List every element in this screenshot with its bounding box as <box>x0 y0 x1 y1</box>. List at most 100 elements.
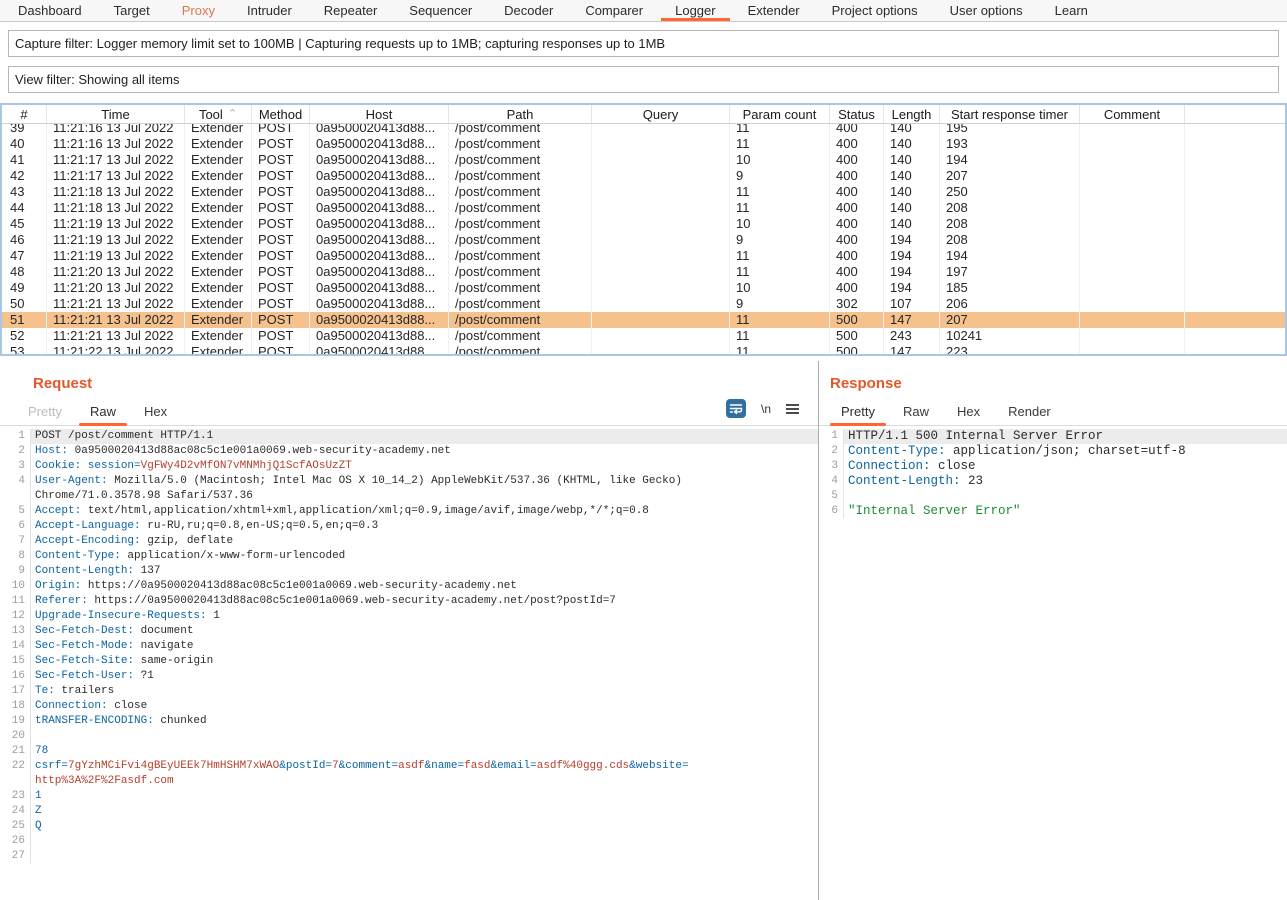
line-content: Content-Type: application/x-www-form-url… <box>31 549 818 564</box>
request-line: 13Sec-Fetch-Dest: document <box>0 624 818 639</box>
column-header-label: Query <box>643 107 678 122</box>
line-number: 20 <box>0 729 31 744</box>
line-number: 5 <box>819 489 844 504</box>
line-number: 7 <box>0 534 31 549</box>
request-editor[interactable]: 1POST /post/comment HTTP/1.12Host: 0a950… <box>0 426 818 900</box>
column-header-label: Path <box>507 107 534 122</box>
cell-query <box>592 280 730 296</box>
capture-filter-bar[interactable]: Capture filter: Logger memory limit set … <box>8 30 1279 57</box>
cell-tool: Extender <box>185 152 252 168</box>
response-tab-pretty[interactable]: Pretty <box>827 397 889 425</box>
cell-query <box>592 248 730 264</box>
cell-param_count: 11 <box>730 312 830 328</box>
column-header-comment[interactable]: Comment <box>1080 105 1185 123</box>
request-tab-hex[interactable]: Hex <box>130 397 181 425</box>
log-row-53[interactable]: 5311:21:22 13 Jul 2022ExtenderPOST0a9500… <box>2 344 1285 354</box>
column-header-length[interactable]: Length <box>884 105 940 123</box>
cell-host: 0a9500020413d88... <box>310 328 449 344</box>
cell-tool: Extender <box>185 200 252 216</box>
menu-tab-target[interactable]: Target <box>98 0 166 21</box>
menu-tab-extender[interactable]: Extender <box>732 0 816 21</box>
response-tabs-row: PrettyRawHexRender <box>819 396 1287 426</box>
cell-query <box>592 328 730 344</box>
log-row-49[interactable]: 4911:21:20 13 Jul 2022ExtenderPOST0a9500… <box>2 280 1285 296</box>
cell-timer: 10241 <box>940 328 1080 344</box>
request-title: Request <box>33 375 818 392</box>
cell-method: POST <box>252 136 310 152</box>
log-row-50[interactable]: 5011:21:21 13 Jul 2022ExtenderPOST0a9500… <box>2 296 1285 312</box>
request-line: 5Accept: text/html,application/xhtml+xml… <box>0 504 818 519</box>
response-tab-raw[interactable]: Raw <box>889 397 943 425</box>
log-row-44[interactable]: 4411:21:18 13 Jul 2022ExtenderPOST0a9500… <box>2 200 1285 216</box>
line-content: 78 <box>31 744 818 759</box>
menu-tab-sequencer[interactable]: Sequencer <box>393 0 488 21</box>
cell-num: 41 <box>2 152 47 168</box>
editor-menu-button[interactable] <box>786 403 800 415</box>
cell-time: 11:21:16 13 Jul 2022 <box>47 124 185 136</box>
menu-tab-user-options[interactable]: User options <box>934 0 1039 21</box>
menu-tab-logger[interactable]: Logger <box>659 0 731 21</box>
menu-tab-decoder[interactable]: Decoder <box>488 0 569 21</box>
cell-num: 44 <box>2 200 47 216</box>
line-content: Upgrade-Insecure-Requests: 1 <box>31 609 818 624</box>
column-header-path[interactable]: Path <box>449 105 592 123</box>
log-row-39[interactable]: 3911:21:16 13 Jul 2022ExtenderPOST0a9500… <box>2 124 1285 136</box>
log-row-46[interactable]: 4611:21:19 13 Jul 2022ExtenderPOST0a9500… <box>2 232 1285 248</box>
line-number: 24 <box>0 804 31 819</box>
log-row-48[interactable]: 4811:21:20 13 Jul 2022ExtenderPOST0a9500… <box>2 264 1285 280</box>
soft-wrap-toggle-button[interactable] <box>726 399 746 418</box>
column-header-param-count[interactable]: Param count <box>730 105 830 123</box>
response-editor[interactable]: 1HTTP/1.1 500 Internal Server Error2Cont… <box>819 426 1287 900</box>
column-header-num[interactable]: # <box>2 105 47 123</box>
cell-comment <box>1080 232 1185 248</box>
cell-host: 0a9500020413d88... <box>310 312 449 328</box>
response-tab-hex[interactable]: Hex <box>943 397 994 425</box>
column-header-host[interactable]: Host <box>310 105 449 123</box>
column-header-status[interactable]: Status <box>830 105 884 123</box>
request-editor-toolbar: \n <box>726 399 818 425</box>
cell-num: 51 <box>2 312 47 328</box>
menu-tab-project-options[interactable]: Project options <box>816 0 934 21</box>
request-tab-raw[interactable]: Raw <box>76 397 130 425</box>
column-header-method[interactable]: Method <box>252 105 310 123</box>
menu-tab-repeater[interactable]: Repeater <box>308 0 393 21</box>
request-line: 27 <box>0 849 818 864</box>
menu-bar: DashboardTargetProxyIntruderRepeaterSequ… <box>0 0 1287 22</box>
log-row-52[interactable]: 5211:21:21 13 Jul 2022ExtenderPOST0a9500… <box>2 328 1285 344</box>
cell-param_count: 11 <box>730 344 830 354</box>
log-row-42[interactable]: 4211:21:17 13 Jul 2022ExtenderPOST0a9500… <box>2 168 1285 184</box>
column-header-time[interactable]: Time <box>47 105 185 123</box>
response-tab-render[interactable]: Render <box>994 397 1065 425</box>
response-panel: Response PrettyRawHexRender 1HTTP/1.1 50… <box>819 361 1287 900</box>
menu-tab-dashboard[interactable]: Dashboard <box>2 0 98 21</box>
line-number: 6 <box>819 504 844 519</box>
log-row-41[interactable]: 4111:21:17 13 Jul 2022ExtenderPOST0a9500… <box>2 152 1285 168</box>
menu-tab-learn[interactable]: Learn <box>1039 0 1104 21</box>
column-header-tool[interactable]: Tool⌃ <box>185 105 252 123</box>
log-row-40[interactable]: 4011:21:16 13 Jul 2022ExtenderPOST0a9500… <box>2 136 1285 152</box>
log-row-51[interactable]: 5111:21:21 13 Jul 2022ExtenderPOST0a9500… <box>2 312 1285 328</box>
line-number: 9 <box>0 564 31 579</box>
column-header-query[interactable]: Query <box>592 105 730 123</box>
menu-tab-intruder[interactable]: Intruder <box>231 0 308 21</box>
log-table-body[interactable]: 3911:21:16 13 Jul 2022ExtenderPOST0a9500… <box>2 124 1285 354</box>
cell-tool: Extender <box>185 264 252 280</box>
cell-comment <box>1080 248 1185 264</box>
cell-timer: 185 <box>940 280 1080 296</box>
cell-comment <box>1080 184 1185 200</box>
message-panels: Request PrettyRawHex \n <box>0 361 1287 900</box>
request-line: 6Accept-Language: ru-RU,ru;q=0.8,en-US;q… <box>0 519 818 534</box>
menu-tab-comparer[interactable]: Comparer <box>569 0 659 21</box>
soft-wrap-icon <box>726 399 746 418</box>
view-filter-bar[interactable]: View filter: Showing all items <box>8 66 1279 93</box>
cell-tool: Extender <box>185 248 252 264</box>
log-row-47[interactable]: 4711:21:19 13 Jul 2022ExtenderPOST0a9500… <box>2 248 1285 264</box>
newline-toggle-icon[interactable]: \n <box>761 402 771 416</box>
menu-tab-proxy[interactable]: Proxy <box>166 0 231 21</box>
log-row-45[interactable]: 4511:21:19 13 Jul 2022ExtenderPOST0a9500… <box>2 216 1285 232</box>
column-header-start-response-timer[interactable]: Start response timer <box>940 105 1080 123</box>
cell-path: /post/comment <box>449 200 592 216</box>
cell-tool: Extender <box>185 184 252 200</box>
log-row-43[interactable]: 4311:21:18 13 Jul 2022ExtenderPOST0a9500… <box>2 184 1285 200</box>
cell-param_count: 11 <box>730 328 830 344</box>
